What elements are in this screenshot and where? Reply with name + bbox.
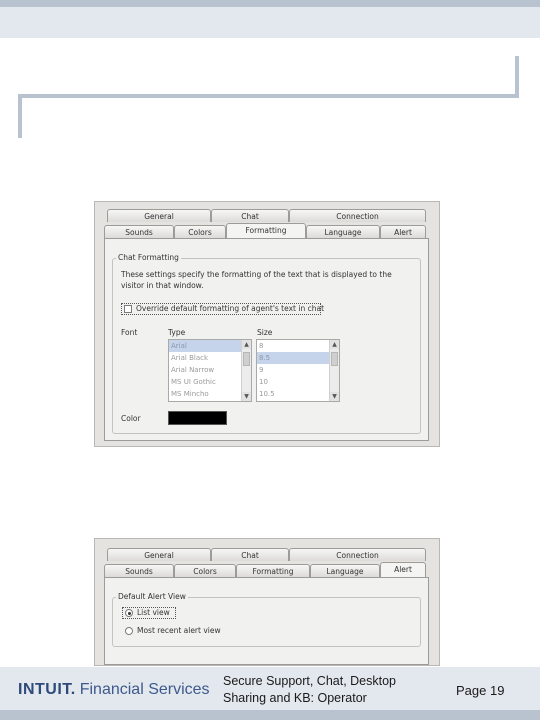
alert-dialog-screenshot: General Chat Connection Sounds Colors Fo…: [94, 538, 440, 666]
tab-formatting[interactable]: Formatting: [226, 223, 306, 238]
tab-colors[interactable]: Colors: [174, 564, 236, 577]
font-type-item[interactable]: MS UI Gothic: [169, 376, 251, 388]
default-alert-view-group: [112, 597, 421, 647]
tab-sounds[interactable]: Sounds: [104, 225, 174, 238]
chat-formatting-title: Chat Formatting: [116, 253, 181, 262]
footer-title: Secure Support, Chat, Desktop Sharing an…: [223, 673, 428, 707]
scroll-down-icon[interactable]: ▼: [242, 392, 251, 401]
font-type-item[interactable]: Arial: [169, 340, 251, 352]
intuit-logo: INTUIT. Financial Services: [18, 681, 210, 699]
formatting-description: These settings specify the formatting of…: [121, 270, 392, 290]
scroll-up-icon[interactable]: ▲: [242, 340, 251, 349]
tab-formatting[interactable]: Formatting: [236, 564, 310, 577]
recent-alert-view-label: Most recent alert view: [137, 626, 221, 635]
logo-subtitle: Financial Services: [79, 681, 210, 698]
title-frame-left: [18, 94, 22, 138]
alert-tab-panel: Default Alert View List view Most recent…: [104, 577, 429, 665]
footer-title-line1: Secure Support, Chat, Desktop: [223, 674, 397, 688]
slide-top-bar: [0, 0, 540, 7]
font-size-item[interactable]: 9: [257, 364, 339, 376]
tab-alert[interactable]: Alert: [380, 225, 426, 238]
override-formatting-checkbox[interactable]: [124, 305, 132, 313]
title-frame-right: [515, 56, 519, 98]
title-frame-bottom: [18, 94, 519, 98]
font-type-item[interactable]: Arial Narrow: [169, 364, 251, 376]
tab-alert[interactable]: Alert: [380, 562, 426, 577]
size-header: Size: [257, 328, 273, 337]
font-type-item[interactable]: Arial Black: [169, 352, 251, 364]
logo-brand: INTUIT.: [18, 681, 76, 698]
font-size-item[interactable]: 10: [257, 376, 339, 388]
tab-chat[interactable]: Chat: [211, 548, 289, 561]
scroll-thumb[interactable]: [331, 352, 338, 366]
tab-sounds[interactable]: Sounds: [104, 564, 174, 577]
formatting-tab-panel: Chat Formatting These settings specify t…: [104, 238, 429, 441]
color-swatch-button[interactable]: [168, 411, 227, 425]
type-header: Type: [168, 328, 186, 337]
font-type-item[interactable]: MS Mincho: [169, 388, 251, 400]
formatting-dialog-screenshot: General Chat Connection Sounds Colors Fo…: [94, 201, 440, 447]
recent-alert-view-radio[interactable]: [125, 627, 133, 635]
scroll-thumb[interactable]: [243, 352, 250, 366]
scroll-down-icon[interactable]: ▼: [330, 392, 339, 401]
font-size-item[interactable]: 10.5: [257, 388, 339, 400]
slide-top-band: [0, 7, 540, 38]
override-formatting-label: Override default formatting of agent's t…: [136, 304, 325, 313]
font-type-list[interactable]: Arial Arial Black Arial Narrow MS UI Got…: [168, 339, 252, 402]
tab-connection[interactable]: Connection: [289, 548, 426, 561]
tab-language[interactable]: Language: [310, 564, 380, 577]
page-number: Page 19: [456, 683, 505, 698]
tab-general[interactable]: General: [107, 548, 211, 561]
list-view-label: List view: [137, 608, 170, 617]
tab-language[interactable]: Language: [306, 225, 380, 238]
font-size-list[interactable]: 8 8.5 9 10 10.5 ▲ ▼: [256, 339, 340, 402]
tab-chat[interactable]: Chat: [211, 209, 289, 222]
font-type-scrollbar[interactable]: ▲ ▼: [241, 340, 251, 401]
tab-connection[interactable]: Connection: [289, 209, 426, 222]
font-label: Font: [121, 328, 138, 337]
footer-title-line2: Sharing and KB: Operator: [223, 691, 367, 705]
font-size-item[interactable]: 8.5: [257, 352, 339, 364]
color-label: Color: [121, 414, 141, 423]
font-size-scrollbar[interactable]: ▲ ▼: [329, 340, 339, 401]
slide-footer-strip: [0, 710, 540, 720]
tab-general[interactable]: General: [107, 209, 211, 222]
font-size-item[interactable]: 8: [257, 340, 339, 352]
list-view-radio[interactable]: [125, 609, 133, 617]
default-alert-view-title: Default Alert View: [116, 592, 188, 601]
scroll-up-icon[interactable]: ▲: [330, 340, 339, 349]
tab-colors[interactable]: Colors: [174, 225, 226, 238]
